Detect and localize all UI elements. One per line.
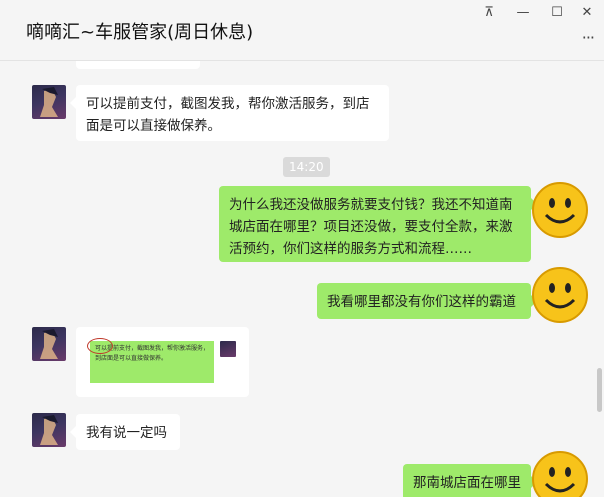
- message-text-line: 活预约，你们这样的服务方式和流程……: [229, 241, 472, 257]
- contact-avatar[interactable]: [32, 85, 66, 119]
- smiley-avatar-icon[interactable]: [531, 181, 589, 239]
- message-bubble[interactable]: 那南城店面在哪里: [403, 464, 537, 497]
- message-text-line: 我看哪里都没有你们这样的霸道: [327, 294, 516, 310]
- contact-avatar[interactable]: [32, 413, 66, 447]
- red-circle-annotation: [87, 338, 113, 354]
- maximize-button[interactable]: ☐: [546, 4, 568, 22]
- time-divider: 14:20: [283, 157, 330, 177]
- message-bubble[interactable]: 我看哪里都没有你们这样的霸道: [317, 283, 537, 319]
- message-bubble[interactable]: 可以提前支付，截图发我，帮你激活服务，到店 面是可以直接做保养。: [70, 85, 389, 141]
- message-bubble[interactable]: 我有说一定吗: [70, 414, 180, 450]
- message-text-line: 面是可以直接做保养。: [86, 118, 221, 134]
- more-options-icon[interactable]: ···: [582, 28, 595, 47]
- close-button[interactable]: ✕: [576, 4, 598, 22]
- chat-area[interactable]: 可以提前支付，截图发我，帮你激活服务，到店 面是可以直接做保养。 14:20 为…: [0, 61, 604, 497]
- minimize-button[interactable]: —: [512, 4, 534, 22]
- message-text-line: 我有说一定吗: [86, 425, 167, 441]
- message-text-line: 可以提前支付，截图发我，帮你激活服务，到店: [86, 96, 370, 112]
- screenshot-avatar: [220, 341, 236, 357]
- contact-avatar[interactable]: [32, 327, 66, 361]
- chat-title: 嘀嘀汇~车服管家(周日休息): [26, 22, 254, 43]
- chat-scrollbar[interactable]: [597, 368, 602, 412]
- smiley-avatar-icon[interactable]: [531, 450, 589, 497]
- previous-message-fragment: [76, 61, 200, 69]
- image-message[interactable]: 可以提前支付，截图发我，帮你激活服务，到店面是可以直接做保养。: [76, 327, 249, 397]
- pin-icon[interactable]: ⊼: [478, 4, 500, 22]
- message-text-line: 为什么我还没做服务就要支付钱？我还不知道南: [229, 197, 513, 213]
- message-text-line: 那南城店面在哪里: [413, 475, 521, 491]
- message-bubble[interactable]: 为什么我还没做服务就要支付钱？我还不知道南 城店面在哪里？项目还没做，要支付全款…: [219, 186, 537, 262]
- smiley-avatar-icon[interactable]: [531, 266, 589, 324]
- title-bar: 嘀嘀汇~车服管家(周日休息) ⊼ — ☐ ✕ ···: [0, 0, 604, 61]
- message-text-line: 城店面在哪里？项目还没做，要支付全款，来激: [229, 219, 513, 235]
